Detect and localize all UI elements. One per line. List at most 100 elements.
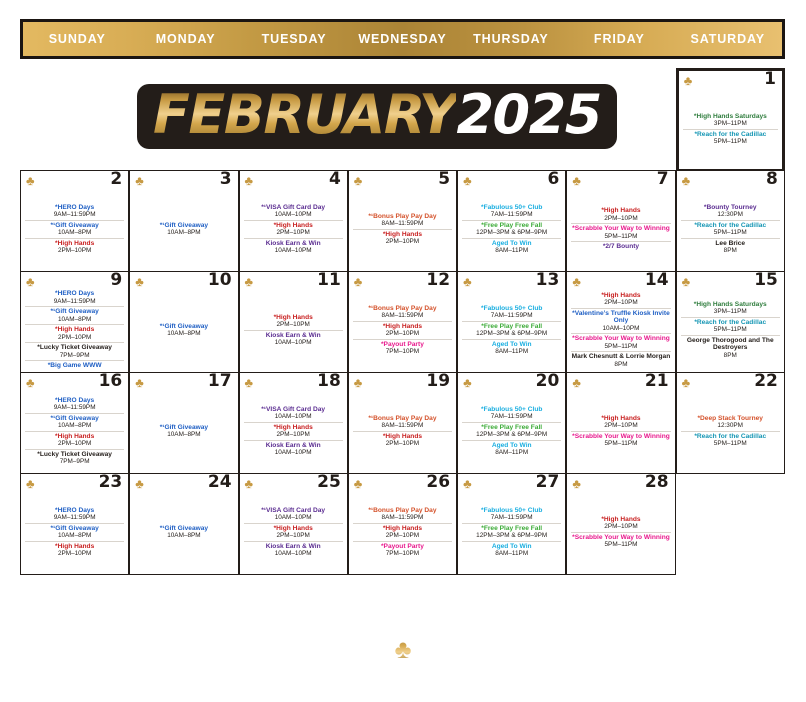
event-item[interactable]: Kiosk Earn & Win 10AM–10PM xyxy=(243,237,343,256)
event-item[interactable]: *¹Bonus Play Pay Day 8AM–11:59PM xyxy=(353,212,452,229)
event-item[interactable]: *¹Gift Giveaway 10AM–8PM xyxy=(25,412,125,431)
event-item[interactable]: *Payout Party 7PM–10PM xyxy=(352,540,453,559)
event-item[interactable]: Kiosk Earn & Win 10AM–10PM xyxy=(243,540,343,559)
day-cell[interactable]: ♣ 14 *High Hands 2PM–10PM *Valentine’s Truff… xyxy=(566,271,676,373)
event-item[interactable]: Kiosk Earn & Win 10AM–10PM xyxy=(243,329,343,348)
event-item[interactable]: *¹Bonus Play Pay Day 8AM–11:59PM xyxy=(353,414,452,431)
day-cell[interactable]: ♣ 18 *¹VISA Gift Card Day 10AM–10PM *High Ha… xyxy=(238,372,348,474)
day-cell[interactable]: ♣ 19 *¹Bonus Play Pay Day 8AM–11:59PM *High … xyxy=(347,372,458,474)
event-item[interactable]: *High Hands 2PM–10PM xyxy=(25,324,125,342)
event-item[interactable]: *Reach for the Cadillac 5PM–11PM xyxy=(682,128,778,147)
event-item[interactable]: *High Hands 2PM–10PM xyxy=(352,228,453,247)
event-item[interactable]: *High Hands 2PM–10PM xyxy=(25,540,125,559)
event-item[interactable]: *Free Play Free Fall 12PM–3PM & 6PM–9PM xyxy=(462,219,562,238)
event-item[interactable]: Aged To Win 8AM–11PM xyxy=(462,439,562,458)
day-cell[interactable]: ♣ 12 *¹Bonus Play Pay Day 8AM–11:59PM *High … xyxy=(347,271,458,373)
event-item[interactable]: *Lucky Ticket Giveaway 7PM–9PM xyxy=(25,342,125,360)
event-item[interactable]: *Fabulous 50+ Club 7AM–11:59PM xyxy=(462,304,561,321)
event-item[interactable]: *Reach for the Cadillac 5PM–11PM xyxy=(680,316,780,335)
day-cell[interactable]: ♣ 9 *HERO Days 9AM–11:59PM *¹Gift Giveaway 10… xyxy=(20,271,130,373)
day-cell[interactable]: ♣ 23 *HERO Days 9AM–11:59PM *¹Gift Giveaway 1… xyxy=(20,473,130,575)
event-item[interactable]: *¹Gift Giveaway 10AM–8PM xyxy=(134,423,233,440)
event-item[interactable]: *Free Play Free Fall 12PM–3PM & 6PM–9PM xyxy=(462,522,562,541)
event-item[interactable]: *Reach for the Cadillac 5PM–11PM xyxy=(680,219,780,238)
day-cell[interactable]: ♣ 5 *¹Bonus Play Pay Day 8AM–11:59PM *High H… xyxy=(347,170,458,272)
event-item[interactable]: *High Hands 2PM–10PM xyxy=(352,320,453,339)
event-item[interactable]: *Fabulous 50+ Club 7AM–11:59PM xyxy=(462,203,561,220)
event-item[interactable]: *High Hands 2PM–10PM xyxy=(244,313,343,330)
day-cell[interactable]: ♣ 11 *High Hands 2PM–10PM Kiosk Earn & Win 10… xyxy=(238,271,348,373)
day-cell[interactable]: ♣ 1 *High Hands Saturdays 3PM–11PM *Reach fo… xyxy=(675,68,785,172)
event-item[interactable]: *¹VISA Gift Card Day 10AM–10PM xyxy=(244,506,343,523)
event-item[interactable]: *Lucky Ticket Giveaway 7PM–9PM xyxy=(25,448,125,467)
event-item[interactable]: Lee Brice 8PM xyxy=(680,237,780,256)
event-item[interactable]: *¹Gift Giveaway 10AM–8PM xyxy=(134,524,233,541)
event-item[interactable]: Kiosk Earn & Win 10AM–10PM xyxy=(243,439,343,458)
event-item[interactable]: *¹Bonus Play Pay Day 8AM–11:59PM xyxy=(353,506,452,523)
event-item[interactable]: *High Hands 2PM–10PM xyxy=(571,206,670,223)
day-cell[interactable]: ♣ 7 *High Hands 2PM–10PM *Scrabble Your Way … xyxy=(566,170,676,272)
event-item[interactable]: *Bounty Tourney 12:30PM xyxy=(681,203,780,220)
event-item[interactable]: Aged To Win 8AM–11PM xyxy=(462,338,562,357)
event-item[interactable]: *Scrabble Your Way to Winning 5PM–11PM xyxy=(571,333,671,351)
event-item[interactable]: George Thorogood and The Destroyers 8PM xyxy=(680,334,780,361)
event-item[interactable]: *Scrabble Your Way to Winning 5PM–11PM xyxy=(571,531,671,550)
event-item[interactable]: *2/7 Bounty xyxy=(571,241,671,252)
event-item[interactable]: *¹Gift Giveaway 10AM–8PM xyxy=(134,322,233,339)
day-cell[interactable]: ♣ 10 *¹Gift Giveaway 10AM–8PM xyxy=(129,271,239,373)
event-item[interactable]: *Fabulous 50+ Club 7AM–11:59PM xyxy=(462,405,561,422)
event-item[interactable]: *Big Game WWW xyxy=(25,360,125,371)
event-item[interactable]: *HERO Days 9AM–11:59PM xyxy=(25,289,124,306)
event-item[interactable]: *High Hands 2PM–10PM xyxy=(571,515,670,532)
event-item[interactable]: *High Hands Saturdays 3PM–11PM xyxy=(683,112,778,129)
day-cell[interactable]: ♣ 13 *Fabulous 50+ Club 7AM–11:59PM *Free Pl… xyxy=(457,271,567,373)
event-item[interactable]: *High Hands 2PM–10PM xyxy=(243,421,343,440)
event-item[interactable]: Aged To Win 8AM–11PM xyxy=(462,237,562,256)
day-cell[interactable]: ♣ 4 *¹VISA Gift Card Day 10AM–10PM *High Han… xyxy=(238,170,348,272)
event-item[interactable]: *Fabulous 50+ Club 7AM–11:59PM xyxy=(462,506,561,523)
event-item[interactable]: *Reach for the Cadillac 5PM–11PM xyxy=(680,430,780,449)
event-item[interactable]: *Valentine’s Truffle Kiosk Invite Only 10… xyxy=(571,307,671,334)
event-item[interactable]: *High Hands 2PM–10PM xyxy=(352,522,453,541)
event-item[interactable]: *Free Play Free Fall 12PM–3PM & 6PM–9PM xyxy=(462,421,562,440)
event-item[interactable]: *High Hands 2PM–10PM xyxy=(243,522,343,541)
event-item[interactable]: *¹Gift Giveaway 10AM–8PM xyxy=(25,306,125,324)
event-item[interactable]: Mark Chesnutt & Lorrie Morgan 8PM xyxy=(571,351,671,369)
day-cell[interactable]: ♣ 2 *HERO Days 9AM–11:59PM *¹Gift Giveaway 10… xyxy=(20,170,130,272)
event-item[interactable]: *¹Gift Giveaway 10AM–8PM xyxy=(134,221,233,238)
event-item[interactable]: *High Hands Saturdays 3PM–11PM xyxy=(681,300,780,317)
event-item[interactable]: *Deep Stack Tourney 12:30PM xyxy=(681,414,780,431)
day-cell[interactable]: ♣ 27 *Fabulous 50+ Club 7AM–11:59PM *Free Pl… xyxy=(457,473,567,575)
event-item[interactable]: *High Hands 2PM–10PM xyxy=(352,430,453,449)
event-item[interactable]: *HERO Days 9AM–11:59PM xyxy=(25,396,124,413)
event-item[interactable]: *High Hands 2PM–10PM xyxy=(571,291,670,308)
day-cell[interactable]: ♣ 25 *¹VISA Gift Card Day 10AM–10PM *High Ha… xyxy=(238,473,348,575)
event-item[interactable]: *¹VISA Gift Card Day 10AM–10PM xyxy=(244,203,343,220)
day-cell[interactable]: ♣ 22 *Deep Stack Tourney 12:30PM *Reach for … xyxy=(675,372,785,474)
event-item[interactable]: *¹Gift Giveaway 10AM–8PM xyxy=(25,219,125,238)
event-item[interactable]: *¹Bonus Play Pay Day 8AM–11:59PM xyxy=(353,304,452,321)
event-item[interactable]: *High Hands 2PM–10PM xyxy=(25,430,125,449)
event-item[interactable]: Aged To Win 8AM–11PM xyxy=(462,540,562,559)
day-cell[interactable]: ♣ 21 *High Hands 2PM–10PM *Scrabble Your Way… xyxy=(566,372,676,474)
event-item[interactable]: *High Hands 2PM–10PM xyxy=(25,237,125,256)
event-item[interactable]: *Scrabble Your Way to Winning 5PM–11PM xyxy=(571,223,671,241)
event-item[interactable]: *HERO Days 9AM–11:59PM xyxy=(25,506,124,523)
day-cell[interactable]: ♣ 20 *Fabulous 50+ Club 7AM–11:59PM *Free Pl… xyxy=(457,372,567,474)
event-item[interactable]: *¹VISA Gift Card Day 10AM–10PM xyxy=(244,405,343,422)
event-item[interactable]: *Scrabble Your Way to Winning 5PM–11PM xyxy=(571,430,671,449)
day-cell[interactable]: ♣ 28 *High Hands 2PM–10PM *Scrabble Your Way… xyxy=(566,473,676,575)
day-cell[interactable]: ♣ 26 *¹Bonus Play Pay Day 8AM–11:59PM *High … xyxy=(347,473,458,575)
event-item[interactable]: *¹Gift Giveaway 10AM–8PM xyxy=(25,522,125,541)
day-cell[interactable]: ♣ 17 *¹Gift Giveaway 10AM–8PM xyxy=(129,372,239,474)
day-cell[interactable]: ♣ 24 *¹Gift Giveaway 10AM–8PM xyxy=(129,473,239,575)
event-item[interactable]: *Payout Party 7PM–10PM xyxy=(352,338,453,357)
day-cell[interactable]: ♣ 8 *Bounty Tourney 12:30PM *Reach for the C… xyxy=(675,170,785,272)
day-cell[interactable]: ♣ 16 *HERO Days 9AM–11:59PM *¹Gift Giveaway 1… xyxy=(20,372,130,474)
event-item[interactable]: *High Hands 2PM–10PM xyxy=(243,219,343,238)
day-cell[interactable]: ♣ 15 *High Hands Saturdays 3PM–11PM *Reach f… xyxy=(675,271,785,373)
event-item[interactable]: *High Hands 2PM–10PM xyxy=(571,414,670,431)
event-item[interactable]: *HERO Days 9AM–11:59PM xyxy=(25,203,124,220)
day-cell[interactable]: ♣ 6 *Fabulous 50+ Club 7AM–11:59PM *Free Pla… xyxy=(457,170,567,272)
day-cell[interactable]: ♣ 3 *¹Gift Giveaway 10AM–8PM xyxy=(129,170,239,272)
